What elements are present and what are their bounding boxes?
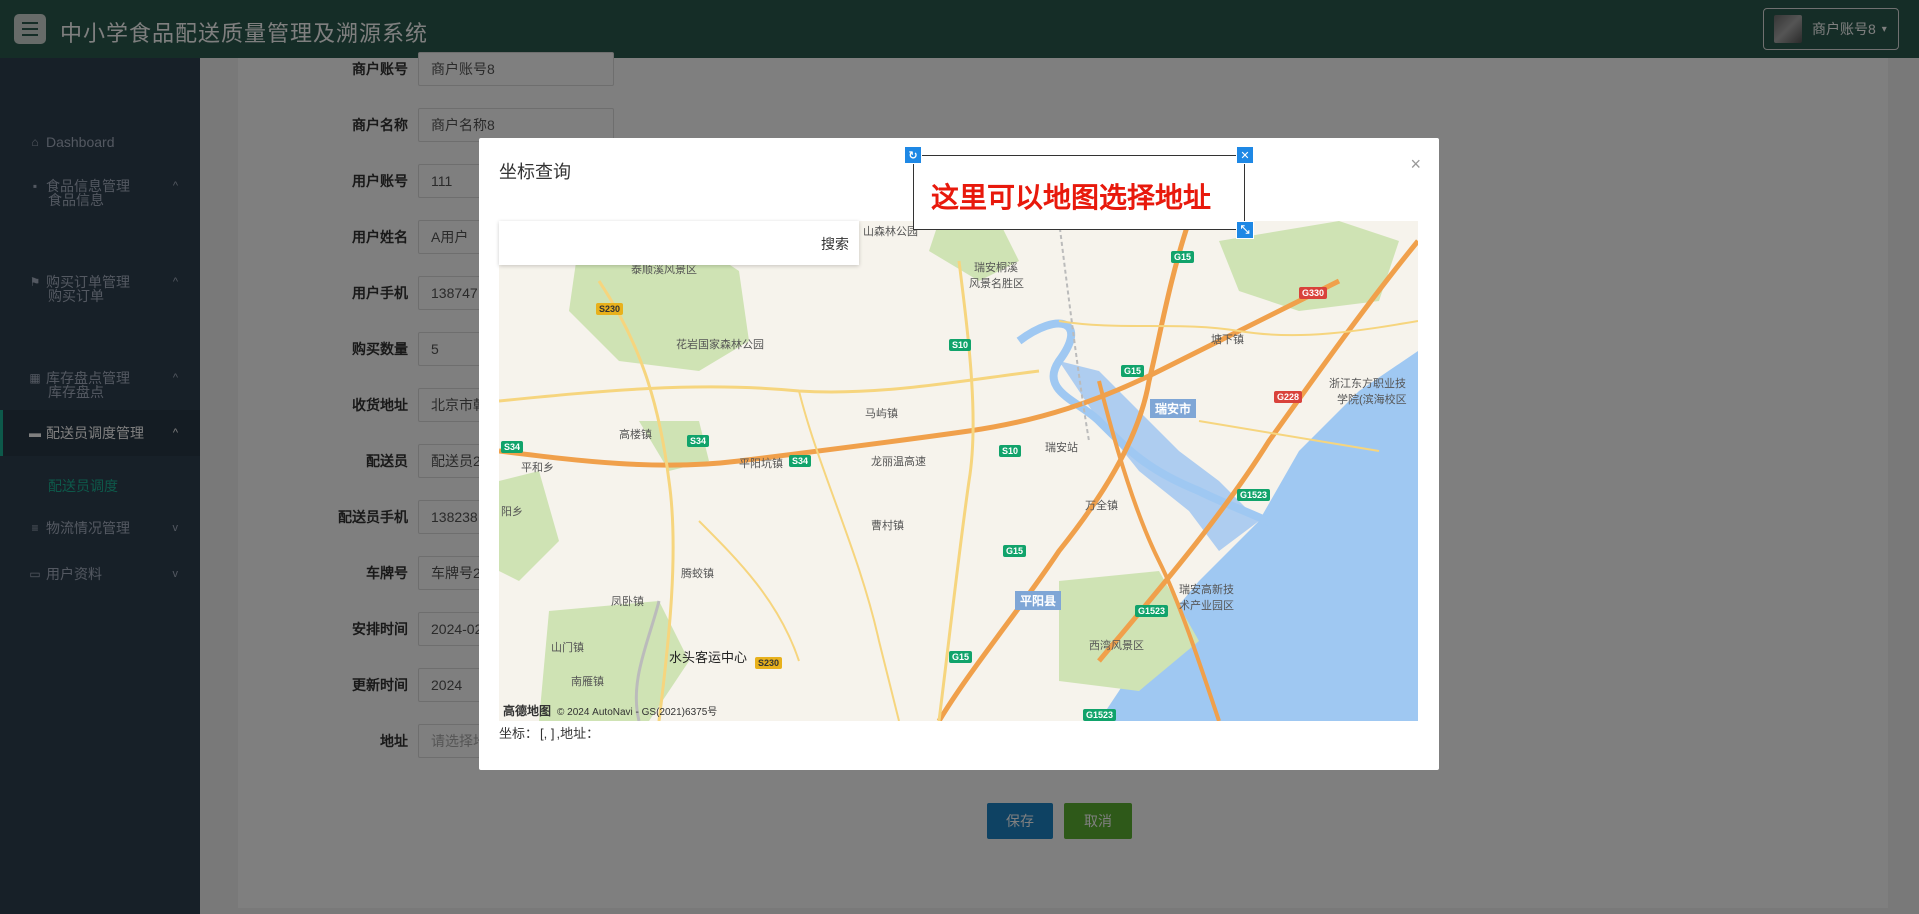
map-label: 万全镇 [1085,500,1118,512]
map-copyright: © 2024 AutoNavi - GS(2021)6375号 [557,707,718,718]
map-label: 水头客运中心 [669,650,748,665]
map-canvas[interactable] [499,221,1418,721]
coords-value: [, ] [540,726,555,741]
road-shield: G228 [1274,391,1303,403]
resize-handle-icon[interactable]: ⤡ [1236,221,1254,239]
map-label: 山门镇 [551,642,584,654]
map-search-bar: 搜索 [499,221,859,265]
map-label: 瑞安站 [1045,442,1078,454]
map-label: 西湾风景区 [1089,640,1144,652]
address-label: ,地址： [556,726,600,741]
map-attribution: 高德地图 © 2024 AutoNavi - GS(2021)6375号 [503,702,717,719]
road-shield: G330 [1299,287,1328,299]
coordinate-readout: 坐标： [, ] ,地址： [499,723,601,742]
map-label: 塘下镇 [1211,334,1244,346]
road-shield: S230 [596,303,624,315]
road-shield: S10 [949,339,972,351]
map-logo: 高德地图 [503,704,552,718]
road-shield: S34 [501,441,524,453]
road-shield: S34 [687,435,710,447]
close-annotation-icon[interactable]: ✕ [1236,146,1254,164]
search-button[interactable]: 搜索 [821,234,849,254]
rotate-handle-icon[interactable]: ↻ [904,146,922,164]
map-label: 术产业园区 [1179,600,1234,612]
coordinate-query-modal: 坐标查询 × 山森林公园 瑞安桐溪 风景名胜区 花岩国家森林公园 马屿镇 高楼镇… [479,138,1439,770]
map-label: 平和乡 [521,462,554,474]
annotation-text: 这里可以地图选择地址 [931,182,1212,213]
map-label: 花岩国家森林公园 [676,339,764,351]
map-label: 马屿镇 [865,408,898,420]
map-label: 风景名胜区 [969,278,1024,290]
map-label: 浙江东方职业技 [1329,378,1406,390]
map-search-input[interactable] [499,221,799,265]
road-shield: S34 [789,455,812,467]
map-label: 瑞安桐溪 [974,262,1018,274]
map-city-label: 平阳县 [1015,591,1062,610]
map-label: 凤卧镇 [611,596,644,608]
map-label: 龙丽温高速 [871,456,926,468]
map-label: 平阳坑镇 [739,458,783,470]
map-label: 南雁镇 [571,676,604,688]
road-shield: G15 [1171,251,1195,263]
road-shield: G1523 [1135,605,1169,617]
map-label: 学院(滨海校区 [1337,394,1407,406]
road-shield: S10 [999,445,1022,457]
map-view[interactable]: 山森林公园 瑞安桐溪 风景名胜区 花岩国家森林公园 马屿镇 高楼镇 平和乡 平阳… [499,221,1418,721]
map-label: 山森林公园 [863,226,918,238]
road-shield: G15 [1003,545,1027,557]
road-shield: G15 [949,651,973,663]
map-label: 腾蛟镇 [681,568,714,580]
road-shield: G15 [1121,365,1145,377]
map-label: 高楼镇 [619,429,652,441]
map-label: 曹村镇 [871,520,904,532]
map-label: 瑞安高新技 [1179,584,1234,596]
road-shield: S230 [755,657,783,669]
road-shield: G1523 [1237,489,1271,501]
coords-label: 坐标： [499,726,539,741]
map-label: 阳乡 [501,506,523,518]
close-icon[interactable]: × [1410,154,1421,175]
road-shield: G1523 [1083,709,1117,721]
map-city-label: 瑞安市 [1150,399,1197,418]
modal-title: 坐标查询 [499,162,571,182]
